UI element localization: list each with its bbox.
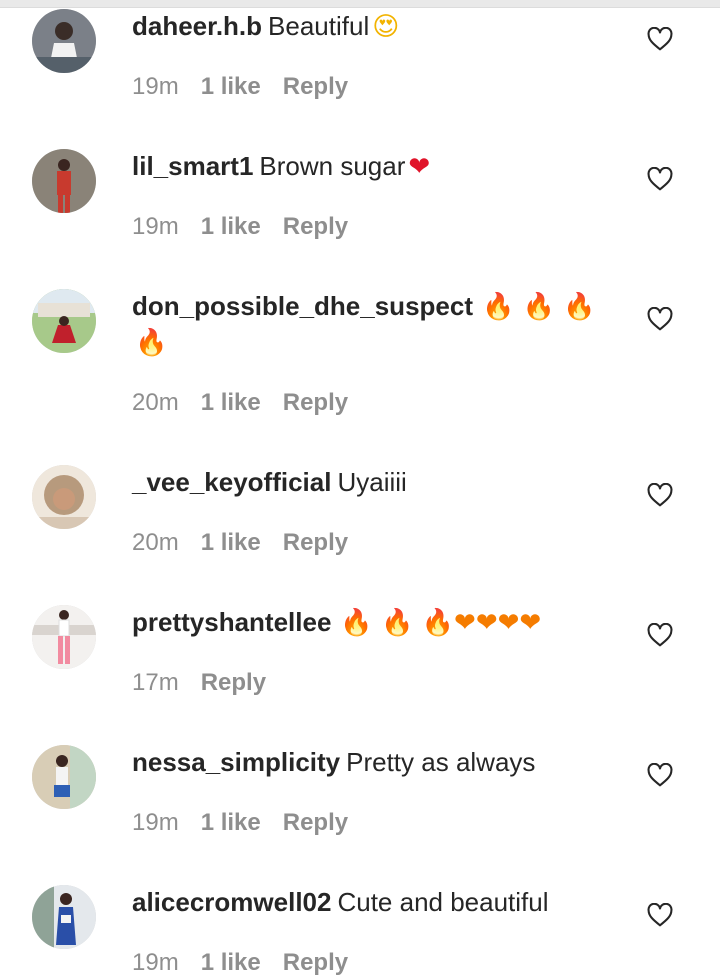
like-heart-icon[interactable] <box>647 27 673 51</box>
like-heart-icon[interactable] <box>647 307 673 331</box>
comment-meta: 20m 1 like Reply <box>132 529 370 557</box>
comment-text: nessa_simplicity Pretty as always <box>132 745 602 780</box>
comment-text: daheer.h.b Beautiful 😍 <box>132 9 602 45</box>
comment-emoji: 🔥 🔥 🔥❤❤❤❤ <box>340 608 542 638</box>
comment-text: lil_smart1 Brown sugar ❤ <box>132 149 602 185</box>
comment-body: Cute and beautiful <box>337 887 549 917</box>
comment-username[interactable]: _vee_keyofficial <box>132 467 331 497</box>
comment-username[interactable]: don_possible_dhe_suspect <box>132 291 473 321</box>
comment-emoji: ❤ <box>408 152 431 182</box>
avatar[interactable] <box>32 885 96 949</box>
avatar[interactable] <box>32 149 96 213</box>
comment-body: Uyaiiii <box>337 467 407 497</box>
comment-meta: 20m 1 like Reply <box>132 389 370 417</box>
comment-time: 20m <box>132 529 179 556</box>
comment-likes[interactable]: 1 like <box>201 389 261 416</box>
comment-emoji: 😍 <box>372 12 400 42</box>
comment-text: prettyshantellee 🔥 🔥 🔥❤❤❤❤ <box>132 605 602 641</box>
comment-meta: 19m 1 like Reply <box>132 213 370 241</box>
like-heart-icon[interactable] <box>647 623 673 647</box>
comment-likes[interactable]: 1 like <box>201 73 261 100</box>
top-divider <box>0 0 720 8</box>
comment-body: Pretty as always <box>346 747 536 777</box>
comment-username[interactable]: nessa_simplicity <box>132 747 340 777</box>
reply-button[interactable]: Reply <box>283 949 348 976</box>
like-heart-icon[interactable] <box>647 903 673 927</box>
comment-likes[interactable]: 1 like <box>201 809 261 836</box>
comment-meta: 19m 1 like Reply <box>132 809 370 837</box>
comment-time: 19m <box>132 949 179 976</box>
comment-emoji: 🔥 🔥 🔥 <box>481 292 596 322</box>
avatar[interactable] <box>32 9 96 73</box>
comment-text: don_possible_dhe_suspect 🔥 🔥 🔥 🔥 <box>132 289 602 361</box>
comment-text: alicecromwell02 Cute and beautiful <box>132 885 602 920</box>
comment-username[interactable]: daheer.h.b <box>132 11 262 41</box>
comment-username[interactable]: lil_smart1 <box>132 151 253 181</box>
comment-time: 19m <box>132 809 179 836</box>
reply-button[interactable]: Reply <box>283 389 348 416</box>
comment-time: 17m <box>132 669 179 696</box>
avatar[interactable] <box>32 745 96 809</box>
comment-likes[interactable]: 1 like <box>201 529 261 556</box>
like-heart-icon[interactable] <box>647 167 673 191</box>
reply-button[interactable]: Reply <box>201 669 266 696</box>
reply-button[interactable]: Reply <box>283 213 348 240</box>
like-heart-icon[interactable] <box>647 763 673 787</box>
comment-likes[interactable]: 1 like <box>201 213 261 240</box>
comment-likes[interactable]: 1 like <box>201 949 261 976</box>
reply-button[interactable]: Reply <box>283 529 348 556</box>
like-heart-icon[interactable] <box>647 483 673 507</box>
avatar[interactable] <box>32 289 96 353</box>
comment-time: 19m <box>132 73 179 100</box>
comment-body: Beautiful <box>268 11 370 41</box>
comment-meta: 17m Reply <box>132 669 288 697</box>
comment-time: 20m <box>132 389 179 416</box>
comment-time: 19m <box>132 213 179 240</box>
comment-body: Brown sugar <box>259 151 406 181</box>
comment-text: _vee_keyofficial Uyaiiii <box>132 465 602 500</box>
avatar[interactable] <box>32 605 96 669</box>
comment-username[interactable]: alicecromwell02 <box>132 887 331 917</box>
reply-button[interactable]: Reply <box>283 73 348 100</box>
reply-button[interactable]: Reply <box>283 809 348 836</box>
avatar[interactable] <box>32 465 96 529</box>
comment-username[interactable]: prettyshantellee <box>132 607 331 637</box>
comment-meta: 19m 1 like Reply <box>132 73 370 101</box>
comment-emoji: 🔥 <box>135 328 168 358</box>
